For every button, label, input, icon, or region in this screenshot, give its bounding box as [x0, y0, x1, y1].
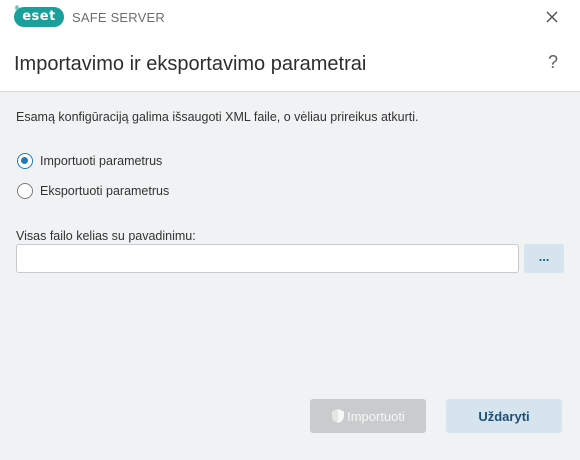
browse-button[interactable]: ... [524, 244, 564, 273]
radio-import-settings[interactable]: Importuoti parametrus [17, 153, 162, 169]
import-button-label: Importuoti [347, 408, 405, 424]
description-text: Esamą konfigūraciją galima išsaugoti XML… [16, 110, 419, 124]
close-icon[interactable] [542, 7, 562, 27]
title-bar: eset ® SAFE SERVER [0, 0, 580, 34]
radio-button-unchecked[interactable] [17, 183, 33, 199]
dialog-header: Importavimo ir eksportavimo parametrai ? [0, 34, 580, 92]
file-path-label: Visas failo kelias su pavadinimu: [16, 229, 196, 243]
product-name: SAFE SERVER [72, 9, 165, 25]
file-path-input[interactable] [16, 244, 519, 273]
help-icon[interactable]: ? [548, 52, 558, 73]
eset-logo: eset ® SAFE SERVER [14, 5, 165, 27]
radio-export-settings[interactable]: Eksportuoti parametrus [17, 183, 169, 199]
radio-button-checked[interactable] [17, 153, 33, 169]
registered-mark: ® [14, 5, 21, 12]
import-button[interactable]: Importuoti [310, 399, 426, 433]
radio-import-label: Importuoti parametrus [40, 154, 163, 168]
page-title: Importavimo ir eksportavimo parametrai [14, 53, 367, 75]
eset-logo-badge: eset ® [14, 5, 64, 27]
close-button[interactable]: Uždaryti [446, 399, 562, 433]
radio-export-label: Eksportuoti parametrus [40, 184, 170, 198]
shield-icon [332, 409, 345, 423]
